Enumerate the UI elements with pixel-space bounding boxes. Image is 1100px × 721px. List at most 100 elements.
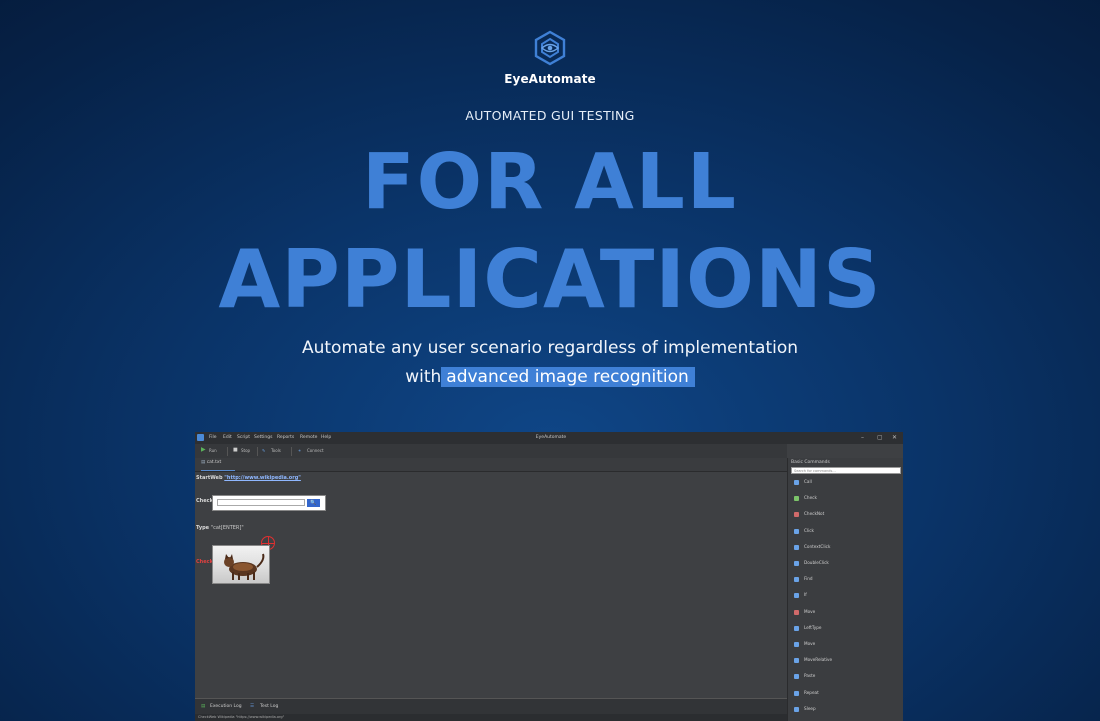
app-screenshot: File Edit Script Settings Reports Remote… bbox=[195, 432, 903, 721]
brand-name: EyeAutomate bbox=[504, 72, 596, 86]
find-icon bbox=[794, 576, 799, 582]
tools-button[interactable]: Tools bbox=[271, 448, 281, 453]
play-icon[interactable]: ▶ bbox=[201, 446, 206, 453]
cmd-type: Type bbox=[196, 525, 210, 531]
connect-icon[interactable]: ⚭ bbox=[298, 448, 301, 453]
command-label: Find bbox=[804, 576, 813, 581]
menu-bar: File Edit Script Settings Reports Remote… bbox=[195, 432, 903, 444]
script-line-startweb: StartWeb "http://www.wikipedia.org" bbox=[196, 475, 301, 481]
command-label: MoveRelative bbox=[804, 657, 833, 662]
menu-reports[interactable]: Reports bbox=[277, 435, 294, 440]
menu-settings[interactable]: Settings bbox=[254, 435, 272, 440]
connect-button[interactable]: Connect bbox=[307, 448, 324, 453]
toolbar-divider bbox=[291, 447, 292, 456]
checknot-icon bbox=[794, 511, 799, 517]
headline-line-1: FOR ALL bbox=[362, 138, 738, 227]
command-lefttype[interactable]: LeftType bbox=[794, 625, 822, 631]
command-label: Click bbox=[804, 528, 814, 533]
app-logo-icon bbox=[197, 434, 204, 441]
close-icon[interactable]: ✕ bbox=[892, 434, 897, 441]
file-tab[interactable]: ▤ cat.txt bbox=[201, 460, 235, 471]
script-editor[interactable]: StartWeb "http://www.wikipedia.org" Chec… bbox=[195, 472, 787, 698]
cmd-startweb: StartWeb bbox=[196, 475, 223, 481]
cmd-check-2: Check bbox=[196, 559, 213, 565]
minimize-icon[interactable]: – bbox=[861, 434, 864, 441]
maximize-icon[interactable]: ▢ bbox=[877, 434, 883, 441]
script-line-type: Type "cat[ENTER]" bbox=[196, 525, 244, 531]
toolbar-divider bbox=[227, 447, 228, 456]
subtitle-with: with bbox=[405, 367, 442, 387]
command-paste[interactable]: Paste bbox=[794, 673, 815, 679]
command-checknot[interactable]: CheckNot bbox=[794, 511, 824, 517]
toolbar-divider bbox=[257, 447, 258, 456]
file-tab-row: ▤ cat.txt bbox=[195, 458, 787, 472]
url-argument[interactable]: "http://www.wikipedia.org" bbox=[224, 475, 301, 481]
command-click[interactable]: Click bbox=[794, 528, 814, 534]
cmd-check-1: Check bbox=[196, 498, 213, 504]
command-move[interactable]: Move bbox=[794, 609, 815, 615]
command-call[interactable]: Call bbox=[794, 479, 812, 485]
menu-edit[interactable]: Edit bbox=[223, 435, 232, 440]
tab-execution-log[interactable]: Execution Log bbox=[210, 704, 242, 709]
command-label: Move bbox=[804, 641, 816, 646]
check-icon bbox=[794, 495, 799, 501]
search-bar-image: 🔍 bbox=[212, 495, 326, 511]
hexagon-eye-icon bbox=[534, 30, 566, 66]
panel-title: Basic Commands bbox=[791, 460, 830, 465]
brand-logo[interactable]: EyeAutomate bbox=[0, 30, 1100, 86]
subtitle-line-2: with advanced image recognition bbox=[0, 363, 1100, 392]
subtitle-line-1: Automate any user scenario regardless of… bbox=[301, 338, 799, 358]
status-bar: CheckWeb Wikipedia "https://www.wikipedi… bbox=[195, 714, 787, 721]
command-label: Move bbox=[804, 609, 816, 614]
command-label: CheckNot bbox=[804, 511, 825, 516]
repeat-icon bbox=[794, 690, 799, 696]
if-icon bbox=[794, 592, 799, 598]
toolbar: ▶ Run ■ Stop ✎ Tools ⚭ Connect bbox=[195, 444, 787, 458]
command-label: Repeat bbox=[804, 690, 819, 695]
tools-icon[interactable]: ✎ bbox=[262, 448, 265, 453]
lefttype-icon bbox=[794, 625, 799, 631]
menu-help[interactable]: Help bbox=[321, 435, 331, 440]
cat-picture-icon bbox=[224, 553, 265, 580]
menu-script[interactable]: Script bbox=[237, 435, 250, 440]
execution-log-icon: ▤ bbox=[201, 704, 206, 709]
call-icon bbox=[794, 479, 799, 485]
command-contextclick[interactable]: ContextClick bbox=[794, 544, 830, 550]
type-argument: "cat[ENTER]" bbox=[210, 525, 244, 531]
file-icon: ▤ bbox=[201, 460, 206, 465]
command-if[interactable]: If bbox=[794, 592, 807, 598]
command-check[interactable]: Check bbox=[794, 495, 817, 501]
commands-panel: Basic Commands Search for commands... Ca… bbox=[787, 458, 903, 721]
command-label: Call bbox=[804, 479, 812, 484]
menu-remote[interactable]: Remote bbox=[300, 435, 317, 440]
command-doubleclick[interactable]: DoubleClick bbox=[794, 560, 829, 566]
stop-icon[interactable]: ■ bbox=[233, 447, 238, 453]
command-label: If bbox=[804, 592, 807, 597]
move-arrows-icon bbox=[794, 641, 799, 647]
command-label: DoubleClick bbox=[804, 560, 829, 565]
run-button[interactable]: Run bbox=[209, 448, 217, 453]
command-moverelative[interactable]: MoveRelative bbox=[794, 657, 832, 663]
command-label: Paste bbox=[804, 673, 816, 678]
hero-kicker: AUTOMATED GUI TESTING bbox=[465, 108, 635, 123]
status-text: CheckWeb Wikipedia "https://www.wikipedi… bbox=[198, 715, 285, 719]
stop-button[interactable]: Stop bbox=[241, 448, 250, 453]
search-icon: 🔍 bbox=[307, 499, 320, 507]
paste-icon bbox=[794, 673, 799, 679]
command-search-input[interactable]: Search for commands... bbox=[791, 467, 901, 474]
command-move-2[interactable]: Move bbox=[794, 641, 815, 647]
tab-test-log[interactable]: Test Log bbox=[260, 704, 278, 709]
menu-file[interactable]: File bbox=[209, 435, 217, 440]
moverelative-icon bbox=[794, 657, 799, 663]
command-label: Check bbox=[804, 495, 817, 500]
test-log-icon: ☰ bbox=[250, 704, 255, 709]
command-repeat[interactable]: Repeat bbox=[794, 690, 819, 696]
command-find[interactable]: Find bbox=[794, 576, 813, 582]
sleep-icon bbox=[794, 706, 799, 712]
doubleclick-icon bbox=[794, 560, 799, 566]
file-tab-label: cat.txt bbox=[206, 460, 222, 465]
search-box-image bbox=[217, 499, 305, 506]
subtitle-highlight: advanced image recognition bbox=[441, 367, 695, 387]
command-sleep[interactable]: Sleep bbox=[794, 706, 816, 712]
click-icon bbox=[794, 528, 799, 534]
